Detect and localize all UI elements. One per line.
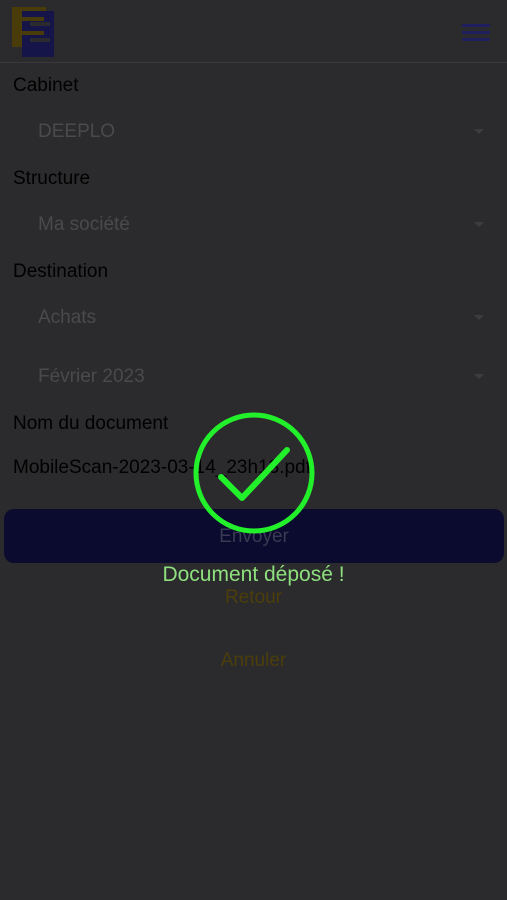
cabinet-select-value: DEEPLO: [38, 121, 116, 142]
hamburger-menu-icon[interactable]: [456, 17, 494, 47]
check-circle-icon: [193, 412, 315, 534]
period-select-value: Février 2023: [38, 366, 145, 387]
chevron-down-icon: [474, 129, 484, 134]
structure-select[interactable]: Ma société: [0, 203, 507, 247]
cabinet-select[interactable]: DEEPLO: [0, 110, 507, 154]
cancel-link[interactable]: Annuler: [0, 650, 507, 672]
company-logo-icon[interactable]: [10, 5, 56, 59]
structure-select-value: Ma société: [38, 214, 130, 235]
success-message: Document déposé !: [162, 563, 345, 586]
destination-select[interactable]: Achats: [0, 296, 507, 340]
document-name-label: Nom du document: [13, 413, 169, 434]
period-select[interactable]: Février 2023: [0, 355, 507, 399]
cabinet-label: Cabinet: [13, 75, 79, 96]
destination-label: Destination: [13, 261, 109, 282]
chevron-down-icon: [474, 222, 484, 227]
structure-label: Structure: [13, 168, 91, 189]
chevron-down-icon: [474, 315, 484, 320]
destination-select-value: Achats: [38, 307, 97, 328]
chevron-down-icon: [474, 374, 484, 379]
back-link[interactable]: Retour: [0, 587, 507, 609]
app-header: [0, 0, 507, 63]
